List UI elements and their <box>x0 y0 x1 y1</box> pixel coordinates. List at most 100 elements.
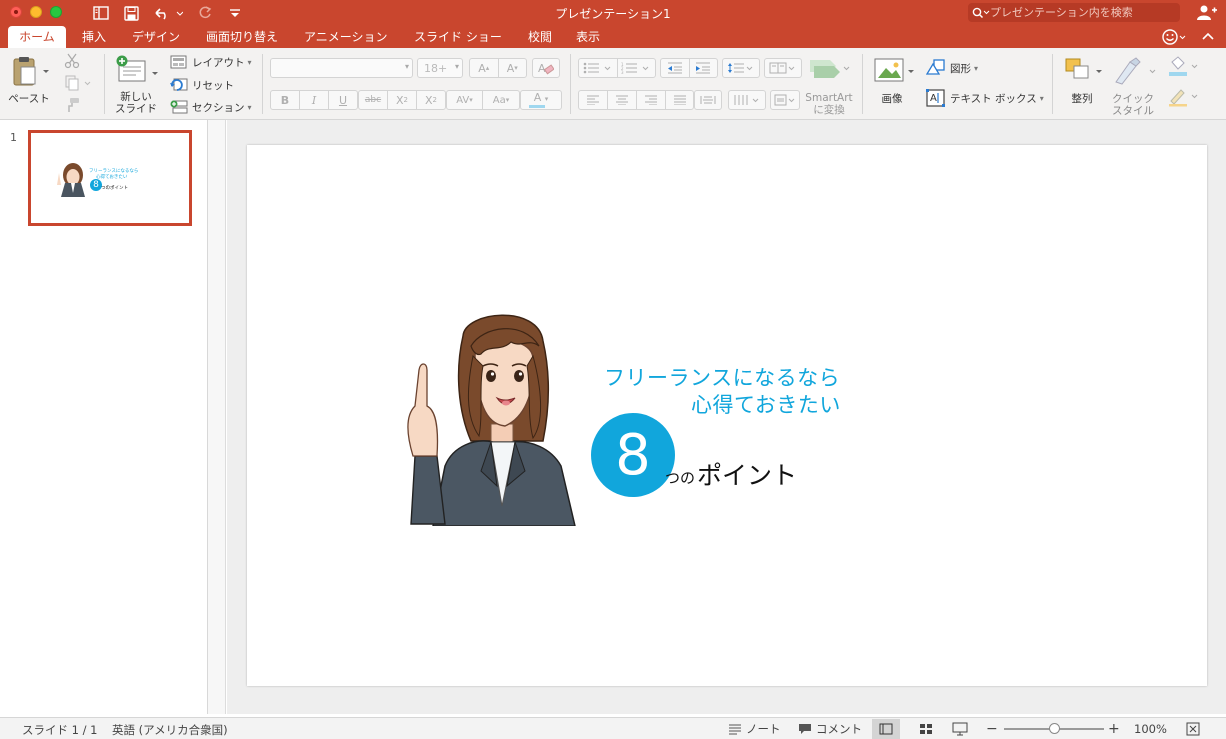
zoom-out-button[interactable]: − <box>986 720 998 738</box>
shape-outline-button[interactable] <box>1166 86 1202 108</box>
align-text-icon <box>771 91 799 109</box>
sidebar-toggle-icon[interactable] <box>92 4 110 22</box>
align-text-button[interactable] <box>770 90 800 110</box>
spacing-case-group: AV ▾ Aa ▾ <box>446 90 520 110</box>
tab-design[interactable]: デザイン <box>122 26 190 48</box>
font-color-button[interactable]: A ▾ <box>520 90 562 110</box>
ribbon-tab-bar: ホーム 挿入 デザイン 画面切り替え アニメーション スライド ショー 校閲 表… <box>0 26 1226 48</box>
underline-icon[interactable]: U <box>329 91 357 109</box>
align-right-icon[interactable] <box>637 91 666 109</box>
distributed-align-button[interactable] <box>694 90 722 110</box>
align-left-icon[interactable] <box>579 91 608 109</box>
justify-icon[interactable] <box>666 91 693 109</box>
search-box[interactable] <box>968 3 1180 22</box>
format-painter-icon[interactable] <box>62 96 82 114</box>
slide-suffix-small[interactable]: つの <box>665 467 695 488</box>
comments-button[interactable]: コメント <box>798 720 862 738</box>
slide-title-line1[interactable]: フリーランスになるなら <box>604 362 840 392</box>
minimize-window-button[interactable] <box>30 6 42 18</box>
picture-label: 画像 <box>881 93 903 105</box>
fit-to-window-button[interactable] <box>1186 720 1200 738</box>
proofing-language[interactable]: 英語 (アメリカ合衆国) <box>112 722 228 738</box>
number-circle[interactable]: 8 <box>591 413 675 497</box>
quick-styles-button[interactable] <box>1110 56 1160 86</box>
decrease-indent-icon[interactable] <box>661 59 690 77</box>
section-button[interactable]: セクション ▾ <box>170 99 252 115</box>
font-size-combo[interactable]: 18+ ▾ <box>417 58 463 78</box>
line-spacing-button[interactable] <box>722 58 760 78</box>
woman-pointing-illustration[interactable] <box>393 306 593 526</box>
smartart-label: SmartArt に変換 <box>805 92 853 116</box>
number-text: 8 <box>615 422 651 488</box>
align-center-icon[interactable] <box>608 91 637 109</box>
feedback-smiley-icon[interactable] <box>1160 27 1192 47</box>
customize-toolbar-icon[interactable] <box>226 4 244 22</box>
slide-1[interactable]: フリーランスになるなら 心得ておきたい 8 つの ポイント <box>247 145 1207 686</box>
picture-button[interactable] <box>872 56 916 86</box>
eraser-icon: A <box>533 59 559 77</box>
normal-view-icon <box>879 723 893 735</box>
smartart-convert-icon[interactable] <box>806 56 850 80</box>
paste-button[interactable] <box>8 56 50 88</box>
pane-splitter[interactable] <box>208 120 226 714</box>
quick-styles-icon <box>1115 57 1156 85</box>
slide-sorter-view-button[interactable] <box>912 719 940 739</box>
slide-suffix-big[interactable]: ポイント <box>697 456 797 492</box>
slideshow-view-button[interactable] <box>946 719 974 739</box>
clear-formatting-button[interactable]: A <box>532 58 560 78</box>
reset-button[interactable]: リセット <box>170 77 252 93</box>
copy-icon[interactable] <box>62 74 94 92</box>
bullets-icon[interactable] <box>579 59 618 77</box>
tab-animations[interactable]: アニメーション <box>294 26 398 48</box>
paste-label: ペースト <box>8 93 50 105</box>
bold-icon[interactable]: B <box>271 91 300 109</box>
tab-slideshow[interactable]: スライド ショー <box>404 26 512 48</box>
share-person-icon[interactable] <box>1196 4 1218 22</box>
undo-icon[interactable] <box>152 4 184 22</box>
arrange-button[interactable] <box>1062 56 1106 86</box>
strikethrough-icon[interactable]: abc <box>359 91 388 109</box>
text-direction-button[interactable] <box>728 90 766 110</box>
layout-button[interactable]: レイアウト ▾ <box>170 54 252 70</box>
character-spacing-icon[interactable]: AV ▾ <box>447 91 483 109</box>
change-case-icon[interactable]: Aa ▾ <box>483 91 519 109</box>
normal-view-button[interactable] <box>872 719 900 739</box>
increase-indent-icon[interactable] <box>690 59 718 77</box>
notes-button[interactable]: ノート <box>728 720 781 738</box>
thumbnail-title-line2: 心得ておきたい <box>96 175 128 180</box>
cut-scissors-icon[interactable] <box>62 52 82 70</box>
new-slide-button[interactable] <box>114 54 160 88</box>
subscript-icon[interactable]: X2 <box>417 91 445 109</box>
tab-view[interactable]: 表示 <box>566 26 610 48</box>
presentation-icon <box>952 722 968 736</box>
shapes-button[interactable]: 図形 ▾ <box>926 58 996 78</box>
font-name-combo[interactable]: ▾ <box>270 58 413 78</box>
grow-font-icon[interactable]: A ▴ <box>470 59 499 77</box>
tab-home[interactable]: ホーム <box>8 26 66 48</box>
zoom-slider-thumb[interactable] <box>1048 723 1060 734</box>
save-icon[interactable] <box>122 4 140 22</box>
shape-fill-button[interactable] <box>1166 56 1202 78</box>
text-direction-icon <box>729 91 765 109</box>
columns-button[interactable] <box>764 58 802 78</box>
collapse-ribbon-icon[interactable] <box>1200 29 1218 45</box>
redo-icon[interactable] <box>196 4 214 22</box>
zoom-in-button[interactable]: + <box>1108 720 1120 738</box>
close-window-button[interactable] <box>10 6 22 18</box>
textbox-button[interactable]: A テキスト ボックス ▾ <box>926 88 1044 108</box>
arrange-label: 整列 <box>1071 93 1093 105</box>
slide-thumbnail[interactable]: フリーランスになるなら 心得ておきたい 8 つのポイント <box>28 130 192 226</box>
arrange-icon <box>1065 58 1102 79</box>
shrink-font-icon[interactable]: A ▾ <box>499 59 527 77</box>
italic-icon[interactable]: I <box>300 91 329 109</box>
slide-title-line2[interactable]: 心得ておきたい <box>691 389 841 419</box>
search-input[interactable] <box>990 6 1170 19</box>
zoom-level[interactable]: 100% <box>1134 722 1167 736</box>
tab-review[interactable]: 校閲 <box>518 26 562 48</box>
numbering-icon[interactable]: 123 <box>618 59 656 77</box>
tab-insert[interactable]: 挿入 <box>72 26 116 48</box>
tab-transitions[interactable]: 画面切り替え <box>196 26 288 48</box>
zoom-window-button[interactable] <box>50 6 62 18</box>
layout-icon <box>170 55 187 69</box>
superscript-icon[interactable]: X2 <box>388 91 417 109</box>
